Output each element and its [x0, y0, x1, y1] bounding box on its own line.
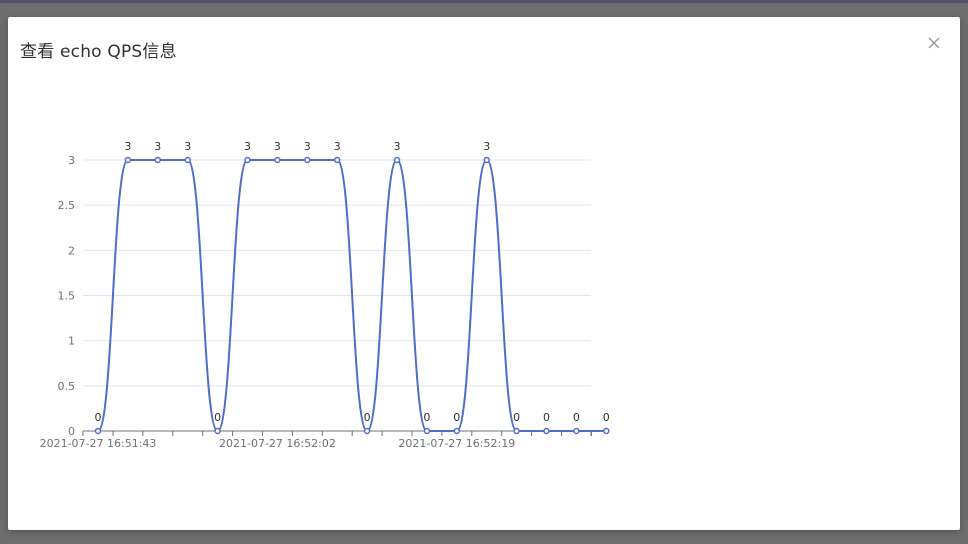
data-label: 0 [603, 411, 610, 424]
data-point [393, 156, 401, 164]
data-point [603, 427, 610, 435]
data-point [214, 427, 221, 435]
data-label: 3 [124, 140, 131, 153]
data-point [543, 427, 550, 435]
data-point [124, 156, 132, 164]
data-point [94, 427, 102, 435]
y-tick-label: 1 [68, 335, 75, 348]
data-point [573, 427, 580, 435]
data-point [304, 156, 311, 164]
data-label: 3 [394, 140, 401, 153]
data-label: 0 [453, 411, 460, 424]
data-label: 3 [244, 140, 251, 153]
x-tick-label: 2021-07-27 16:52:02 [219, 437, 336, 450]
data-label: 3 [184, 140, 191, 153]
y-tick-label: 2.5 [58, 199, 76, 212]
data-point [483, 156, 490, 164]
y-tick-label: 3 [68, 154, 75, 167]
y-tick-label: 0.5 [58, 380, 76, 393]
data-point [333, 156, 341, 164]
data-label: 0 [423, 411, 430, 424]
data-label: 3 [483, 140, 490, 153]
data-label: 3 [334, 140, 341, 153]
data-label: 0 [513, 411, 520, 424]
data-label: 0 [364, 411, 371, 424]
data-label: 0 [95, 411, 102, 424]
data-point [244, 156, 251, 164]
data-point [453, 427, 461, 435]
x-tick-label: 2021-07-27 16:52:19 [398, 437, 515, 450]
data-label: 3 [304, 140, 311, 153]
y-tick-label: 1.5 [58, 290, 76, 303]
data-label: 3 [274, 140, 281, 153]
data-point [513, 427, 520, 435]
data-label: 0 [214, 411, 221, 424]
data-point [274, 156, 281, 164]
y-tick-label: 2 [68, 244, 75, 257]
data-label: 0 [543, 411, 550, 424]
data-point [363, 427, 371, 435]
data-point [423, 427, 431, 435]
data-point [154, 156, 162, 164]
data-label: 3 [154, 140, 161, 153]
x-tick-label: 2021-07-27 16:51:43 [40, 437, 157, 450]
data-point [184, 156, 191, 164]
data-label: 0 [573, 411, 580, 424]
qps-line-chart: 0 0.5 1 1.5 2 2.5 3 2021-07-27 16:51:43 2021-07-… [40, 140, 610, 450]
